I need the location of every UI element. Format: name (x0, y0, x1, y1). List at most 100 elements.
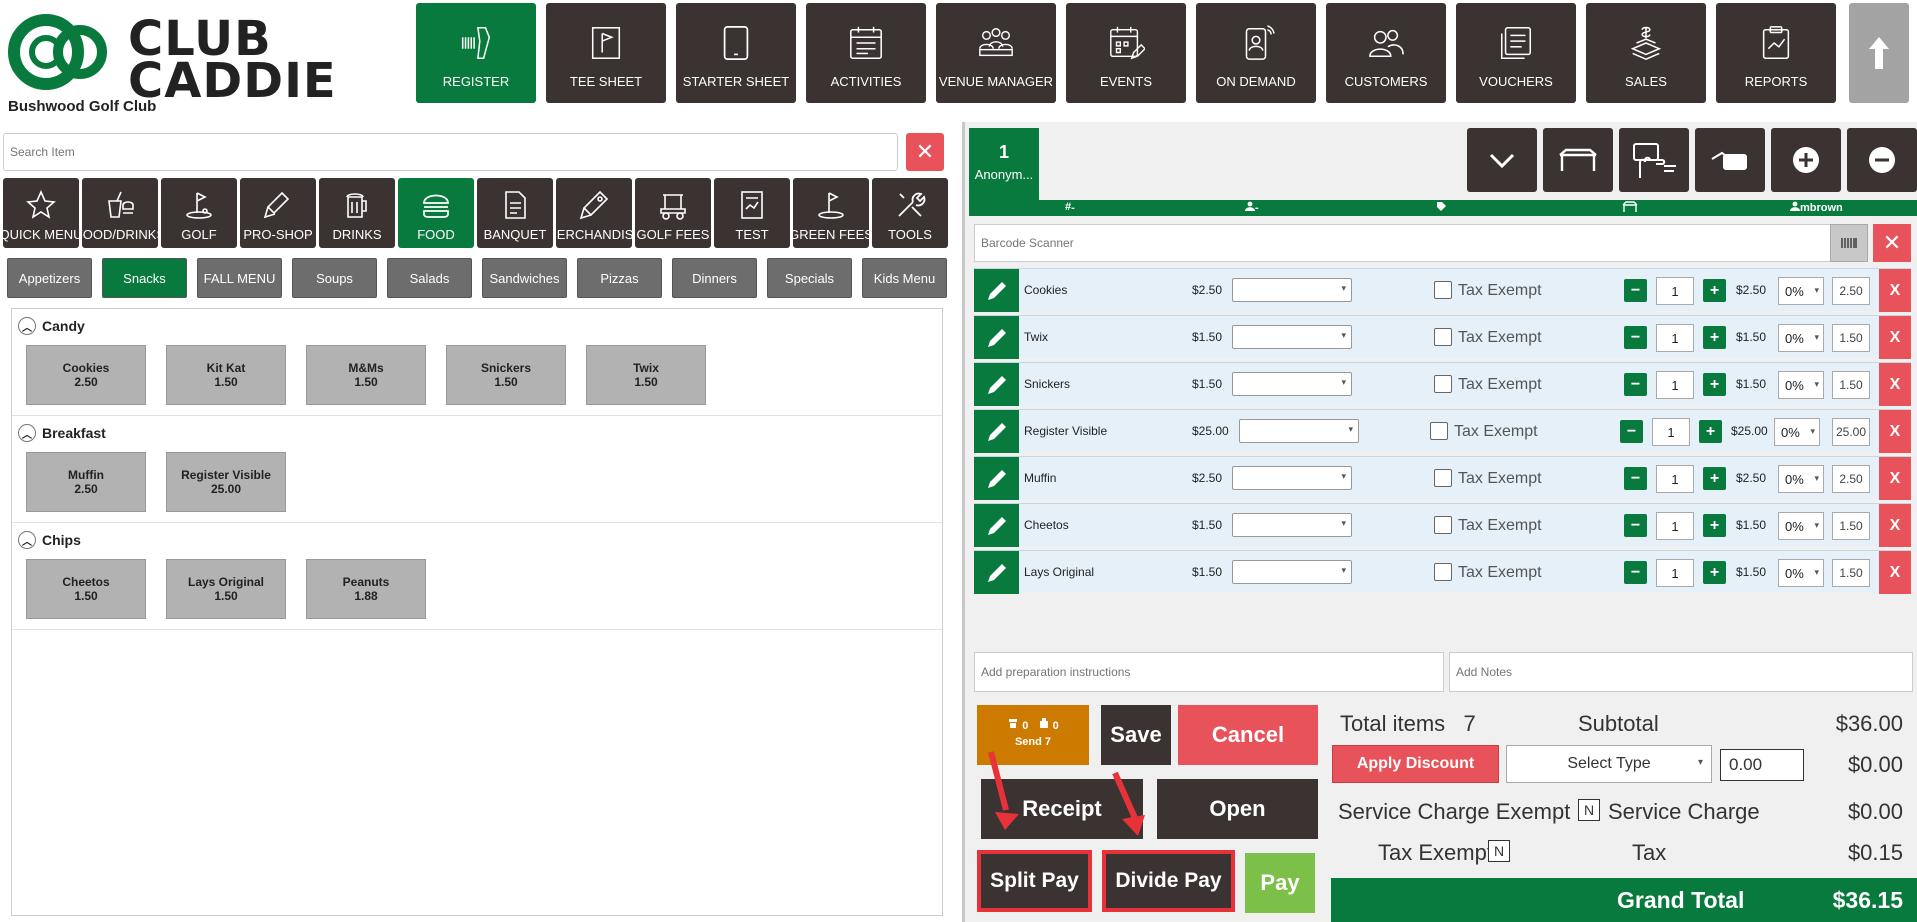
nav-register[interactable]: REGISTER (416, 3, 536, 103)
item-tile[interactable]: Lays Original 1.50 (166, 559, 286, 619)
category-banquet[interactable]: BANQUET (477, 178, 553, 248)
discount-select[interactable]: 0% (1778, 465, 1824, 493)
delete-line-button[interactable]: X (1879, 363, 1911, 406)
item-tile[interactable]: Register Visible 25.00 (166, 452, 286, 512)
nav-sales[interactable]: SALES (1586, 3, 1706, 103)
tax-exempt-checkbox[interactable] (1434, 281, 1452, 299)
tax-exempt-checkbox[interactable] (1434, 516, 1452, 534)
nav-venue-manager[interactable]: VENUE MANAGER (936, 3, 1056, 103)
edit-line-button[interactable] (974, 551, 1019, 594)
qty-increase-button[interactable]: + (1699, 420, 1722, 443)
save-button[interactable]: Save (1101, 705, 1171, 765)
edit-line-button[interactable] (974, 410, 1019, 453)
search-item-input[interactable] (3, 133, 898, 171)
modifier-select[interactable] (1232, 325, 1352, 349)
qty-increase-button[interactable]: + (1703, 279, 1726, 302)
subcategory-snacks[interactable]: Snacks (102, 258, 187, 298)
barcode-scanner-input[interactable] (974, 224, 1831, 262)
category-golf[interactable]: GOLF (161, 178, 237, 248)
nav-customers[interactable]: CUSTOMERS (1326, 3, 1446, 103)
category-merchandise[interactable]: MERCHANDISE (556, 178, 632, 248)
hand-payment-button[interactable] (1695, 128, 1765, 192)
category-pro-shop[interactable]: PRO-SHOP (240, 178, 316, 248)
qty-decrease-button[interactable]: − (1624, 467, 1647, 490)
category-quick-menu[interactable]: QUICK MENU (3, 178, 79, 248)
category-food-drinks[interactable]: FOOD/DRINKS (82, 178, 158, 248)
qty-input[interactable]: 1 (1652, 418, 1690, 446)
item-tile[interactable]: Cheetos 1.50 (26, 559, 146, 619)
modifier-select[interactable] (1232, 372, 1352, 396)
edit-line-button[interactable] (974, 269, 1019, 312)
split-pay-button[interactable]: Split Pay (977, 850, 1092, 912)
open-button[interactable]: Open (1157, 779, 1318, 839)
nav-tee-sheet[interactable]: TEE SHEET (546, 3, 666, 103)
hand-card-button[interactable] (1619, 128, 1689, 192)
preparation-instructions-input[interactable] (974, 652, 1444, 692)
receipt-button[interactable]: Receipt (981, 779, 1143, 839)
item-tile[interactable]: Peanuts 1.88 (306, 559, 426, 619)
modifier-select[interactable] (1239, 419, 1359, 443)
qty-input[interactable]: 1 (1656, 559, 1694, 587)
subcategory-salads[interactable]: Salads (387, 258, 472, 298)
subcategory-soups[interactable]: Soups (292, 258, 377, 298)
tax-exempt-checkbox[interactable] (1434, 469, 1452, 487)
discount-select[interactable]: 0% (1778, 559, 1824, 587)
delete-line-button[interactable]: X (1879, 551, 1911, 594)
qty-input[interactable]: 1 (1656, 324, 1694, 352)
tax-exempt-checkbox[interactable] (1430, 422, 1448, 440)
discount-select[interactable]: 0% (1778, 512, 1824, 540)
subcategory-dinners[interactable]: Dinners (672, 258, 757, 298)
delete-line-button[interactable]: X (1879, 269, 1911, 312)
divide-pay-button[interactable]: Divide Pay (1102, 850, 1235, 912)
discount-select[interactable]: 0% (1778, 324, 1824, 352)
qty-increase-button[interactable]: + (1703, 514, 1726, 537)
qty-decrease-button[interactable]: − (1624, 279, 1647, 302)
collapse-icon[interactable]: ︿ (18, 424, 36, 442)
edit-line-button[interactable] (974, 504, 1019, 547)
subcategory-appetizers[interactable]: Appetizers (7, 258, 92, 298)
discount-type-select[interactable]: Select Type (1506, 745, 1712, 783)
item-tile[interactable]: Cookies 2.50 (26, 345, 146, 405)
delete-line-button[interactable]: X (1879, 457, 1911, 500)
qty-decrease-button[interactable]: − (1624, 326, 1647, 349)
scroll-up-button[interactable] (1849, 3, 1909, 103)
group-header[interactable]: ︿ Candy (18, 317, 942, 335)
modifier-select[interactable] (1232, 560, 1352, 584)
subcategory-kids-menu[interactable]: Kids Menu (862, 258, 947, 298)
barcode-clear-button[interactable]: ✕ (1873, 224, 1911, 262)
tax-exempt-checkbox[interactable] (1434, 328, 1452, 346)
expand-button[interactable] (1467, 128, 1537, 192)
item-tile[interactable]: Snickers 1.50 (446, 345, 566, 405)
modifier-select[interactable] (1232, 466, 1352, 490)
tax-exempt-checkbox[interactable] (1434, 563, 1452, 581)
delete-line-button[interactable]: X (1879, 316, 1911, 359)
qty-increase-button[interactable]: + (1703, 373, 1726, 396)
add-button[interactable] (1771, 128, 1841, 192)
remove-button[interactable] (1847, 128, 1917, 192)
qty-increase-button[interactable]: + (1703, 326, 1726, 349)
edit-line-button[interactable] (974, 363, 1019, 406)
category-food[interactable]: FOOD (398, 178, 474, 248)
nav-reports[interactable]: REPORTS (1716, 3, 1836, 103)
collapse-icon[interactable]: ︿ (18, 531, 36, 549)
send-button[interactable]: 0 0 Send 7 (977, 705, 1089, 765)
item-tile[interactable]: M&Ms 1.50 (306, 345, 426, 405)
notes-input[interactable] (1449, 652, 1913, 692)
qty-decrease-button[interactable]: − (1624, 514, 1647, 537)
qty-decrease-button[interactable]: − (1624, 373, 1647, 396)
qty-decrease-button[interactable]: − (1624, 561, 1647, 584)
nav-events[interactable]: EVENTS (1066, 3, 1186, 103)
table-button[interactable] (1543, 128, 1613, 192)
customer-tab[interactable]: 1 Anonym... (969, 128, 1039, 202)
collapse-icon[interactable]: ︿ (18, 317, 36, 335)
category-green-fees[interactable]: GREEN FEES (793, 178, 869, 248)
group-header[interactable]: ︿ Chips (18, 531, 942, 549)
modifier-select[interactable] (1232, 513, 1352, 537)
qty-input[interactable]: 1 (1656, 371, 1694, 399)
item-tile[interactable]: Twix 1.50 (586, 345, 706, 405)
subcategory-specials[interactable]: Specials (767, 258, 852, 298)
cancel-button[interactable]: Cancel (1178, 705, 1318, 765)
discount-select[interactable]: 0% (1778, 371, 1824, 399)
delete-line-button[interactable]: X (1879, 410, 1911, 453)
nav-activities[interactable]: ACTIVITIES (806, 3, 926, 103)
